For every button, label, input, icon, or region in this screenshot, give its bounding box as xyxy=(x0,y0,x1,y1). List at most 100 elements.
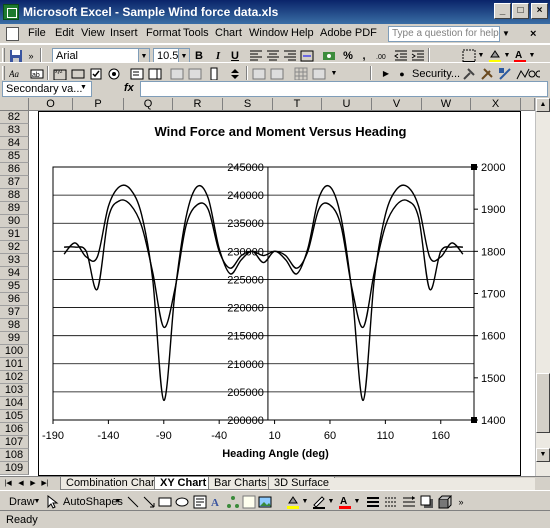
diagram-icon[interactable] xyxy=(226,495,240,509)
clip-art-icon[interactable] xyxy=(242,495,256,509)
menu-chart[interactable]: Chart xyxy=(215,27,242,39)
align-right-icon[interactable] xyxy=(283,49,297,63)
text-box-icon[interactable] xyxy=(193,495,207,509)
row-header[interactable]: 88 xyxy=(0,189,29,202)
row-header[interactable]: 96 xyxy=(0,293,29,306)
row-header[interactable]: 93 xyxy=(0,254,29,267)
toolbar-options-icon[interactable]: » xyxy=(456,494,466,510)
merge-center-icon[interactable] xyxy=(300,49,314,63)
row-header[interactable]: 101 xyxy=(0,358,29,371)
control-properties-icon[interactable] xyxy=(252,67,266,81)
column-header[interactable]: Q xyxy=(124,98,173,111)
name-box[interactable]: Secondary va... xyxy=(2,81,92,97)
tab-bar-charts[interactable]: Bar Charts xyxy=(208,477,273,490)
row-header[interactable]: 106 xyxy=(0,423,29,436)
menu-tools[interactable]: Tools xyxy=(183,27,209,39)
column-header[interactable] xyxy=(521,98,535,111)
chevron-down-icon[interactable]: ▼ xyxy=(114,494,122,510)
workbook-icon[interactable] xyxy=(6,27,19,41)
control-toolbox-icon[interactable] xyxy=(498,67,512,81)
row-header[interactable]: 86 xyxy=(0,163,29,176)
row-header[interactable]: 89 xyxy=(0,202,29,215)
chevron-down-icon[interactable]: ▼ xyxy=(353,494,361,510)
row-header[interactable]: 85 xyxy=(0,150,29,163)
menu-adobe-pdf[interactable]: Adobe PDF xyxy=(320,27,377,39)
insert-function-icon[interactable]: fx xyxy=(124,82,134,94)
combo-list-edit-icon[interactable] xyxy=(170,67,184,81)
align-left-icon[interactable] xyxy=(249,49,263,63)
row-header[interactable]: 92 xyxy=(0,241,29,254)
next-sheet-icon[interactable]: ▶ xyxy=(28,478,38,490)
scroll-bar-icon[interactable] xyxy=(207,67,221,81)
row-header[interactable]: 100 xyxy=(0,345,29,358)
xy-chart[interactable]: Wind Force and Moment Versus Heading 2000… xyxy=(38,111,521,476)
row-header[interactable]: 99 xyxy=(0,332,29,345)
column-header[interactable]: V xyxy=(372,98,422,111)
row-header[interactable]: 103 xyxy=(0,384,29,397)
chevron-down-icon[interactable]: ▼ xyxy=(502,29,510,38)
row-header[interactable]: 95 xyxy=(0,280,29,293)
select-objects-icon[interactable] xyxy=(45,495,59,509)
draw-menu[interactable]: Draw xyxy=(9,494,35,510)
toggle-grid-icon[interactable] xyxy=(294,67,308,81)
column-header[interactable]: P xyxy=(73,98,124,111)
label-icon[interactable]: Aa xyxy=(9,67,23,81)
row-header[interactable]: 90 xyxy=(0,215,29,228)
increase-indent-icon[interactable] xyxy=(411,49,425,63)
column-header[interactable]: T xyxy=(273,98,322,111)
menu-window[interactable]: Window xyxy=(249,27,288,39)
menu-file[interactable]: File xyxy=(28,27,46,39)
checkbox-icon[interactable] xyxy=(89,67,103,81)
tab-combination-chart[interactable]: Combination Chart xyxy=(60,477,164,490)
line-color-icon[interactable] xyxy=(312,495,326,509)
row-header[interactable]: 84 xyxy=(0,137,29,150)
menu-format[interactable]: Format xyxy=(146,27,181,39)
row-header[interactable]: 109 xyxy=(0,462,29,475)
line-style-icon[interactable] xyxy=(366,495,380,509)
row-header[interactable]: 97 xyxy=(0,306,29,319)
3d-style-icon[interactable] xyxy=(438,495,452,509)
align-center-icon[interactable] xyxy=(266,49,280,63)
chevron-down-icon[interactable]: ▼ xyxy=(33,494,41,510)
edit-box-icon[interactable]: ab xyxy=(30,67,44,81)
menu-insert[interactable]: Insert xyxy=(110,27,138,39)
row-header[interactable]: 104 xyxy=(0,397,29,410)
chevron-down-icon[interactable]: ▼ xyxy=(80,84,87,91)
row-header[interactable]: 108 xyxy=(0,449,29,462)
visual-basic-icon[interactable] xyxy=(462,67,476,81)
formula-input[interactable] xyxy=(140,81,548,97)
list-box-icon[interactable] xyxy=(130,67,144,81)
select-all-corner[interactable] xyxy=(0,98,29,111)
minimize-button[interactable]: _ xyxy=(494,3,511,19)
row-header[interactable]: 105 xyxy=(0,410,29,423)
font-color-icon[interactable]: A xyxy=(513,49,527,63)
row-header[interactable]: 98 xyxy=(0,319,29,332)
maximize-button[interactable]: □ xyxy=(512,3,529,19)
fill-color-icon[interactable] xyxy=(286,495,300,509)
arrow-icon[interactable] xyxy=(142,495,156,509)
column-header[interactable]: X xyxy=(471,98,521,111)
column-header[interactable]: W xyxy=(422,98,471,111)
edit-code-icon[interactable] xyxy=(270,67,284,81)
decrease-indent-icon[interactable] xyxy=(394,49,408,63)
line-icon[interactable] xyxy=(126,495,140,509)
wordart-icon[interactable]: A xyxy=(210,495,224,509)
spinner-icon[interactable] xyxy=(228,67,242,81)
excel-app-icon[interactable] xyxy=(3,4,19,20)
prev-sheet-icon[interactable]: ◀ xyxy=(16,478,26,490)
button-icon[interactable] xyxy=(71,67,85,81)
row-header[interactable]: 87 xyxy=(0,176,29,189)
first-sheet-icon[interactable]: |◀ xyxy=(3,478,13,490)
close-workbook-icon[interactable]: × xyxy=(530,28,536,40)
horizontal-scrollbar[interactable] xyxy=(330,478,535,490)
row-header[interactable]: 107 xyxy=(0,436,29,449)
column-header[interactable]: R xyxy=(173,98,223,111)
tab-xy-chart[interactable]: XY Chart xyxy=(154,477,213,490)
help-search-input[interactable]: Type a question for help xyxy=(388,26,500,42)
run-dialog-icon[interactable] xyxy=(312,67,326,81)
chevron-down-icon[interactable]: ▼ xyxy=(327,494,335,510)
borders-icon[interactable] xyxy=(462,49,476,63)
scroll-thumb[interactable] xyxy=(536,373,550,433)
increase-decimal-icon[interactable]: .00 xyxy=(376,49,390,63)
row-header[interactable]: 82 xyxy=(0,111,29,124)
